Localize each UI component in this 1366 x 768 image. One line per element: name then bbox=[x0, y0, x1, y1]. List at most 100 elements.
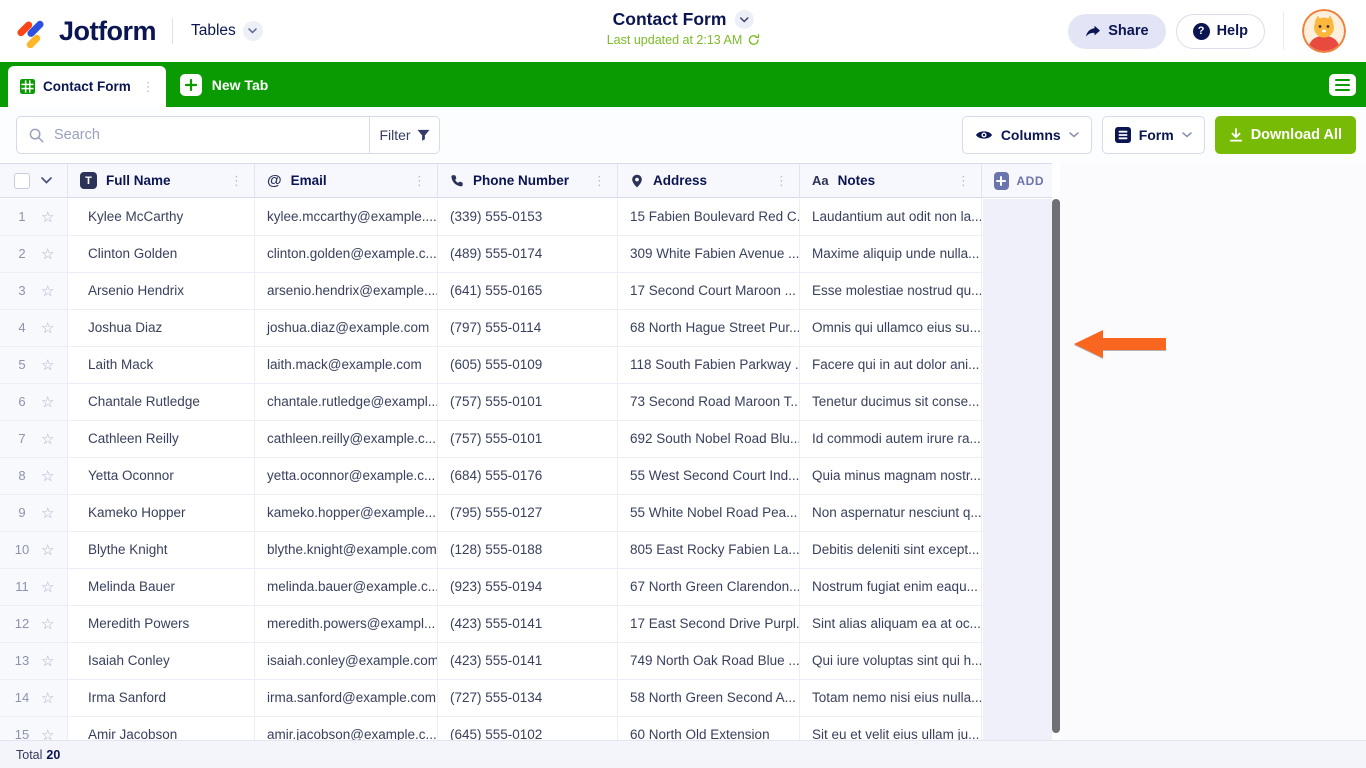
favorite-star-icon[interactable]: ☆ bbox=[41, 469, 54, 484]
cell-notes[interactable]: Non aspernatur nesciunt q... bbox=[800, 495, 982, 531]
cell-phone[interactable]: (641) 555-0165 bbox=[438, 273, 618, 309]
cell-address[interactable]: 749 North Oak Road Blue ... bbox=[618, 643, 800, 679]
cell-email[interactable]: meredith.powers@exampl... bbox=[255, 606, 438, 642]
cell-address[interactable]: 17 East Second Drive Purpl... bbox=[618, 606, 800, 642]
cell-phone[interactable]: (423) 555-0141 bbox=[438, 606, 618, 642]
cell-phone[interactable]: (128) 555-0188 bbox=[438, 532, 618, 568]
favorite-star-icon[interactable]: ☆ bbox=[41, 395, 54, 410]
favorite-star-icon[interactable]: ☆ bbox=[41, 432, 54, 447]
cell-full-name[interactable]: Arsenio Hendrix bbox=[68, 273, 255, 309]
cell-email[interactable]: isaiah.conley@example.com bbox=[255, 643, 438, 679]
cell-address[interactable]: 17 Second Court Maroon ... bbox=[618, 273, 800, 309]
share-button[interactable]: Share bbox=[1068, 14, 1165, 49]
cell-full-name[interactable]: Clinton Golden bbox=[68, 236, 255, 272]
cell-notes[interactable]: Esse molestiae nostrud qu... bbox=[800, 273, 982, 309]
cell-phone[interactable]: (489) 555-0174 bbox=[438, 236, 618, 272]
cell-address[interactable]: 68 North Hague Street Pur... bbox=[618, 310, 800, 346]
tables-dropdown[interactable]: Tables bbox=[191, 21, 263, 41]
cell-email[interactable]: arsenio.hendrix@example.... bbox=[255, 273, 438, 309]
cell-notes[interactable]: Sit eu et velit eius ullam ju... bbox=[800, 717, 982, 740]
favorite-star-icon[interactable]: ☆ bbox=[41, 654, 54, 669]
column-menu-kebab-icon[interactable]: ⋮ bbox=[954, 172, 973, 189]
cell-phone[interactable]: (757) 555-0101 bbox=[438, 384, 618, 420]
cell-address[interactable]: 692 South Nobel Road Blu... bbox=[618, 421, 800, 457]
cell-full-name[interactable]: Kylee McCarthy bbox=[68, 199, 255, 235]
cell-address[interactable]: 309 White Fabien Avenue ... bbox=[618, 236, 800, 272]
cell-address[interactable]: 805 East Rocky Fabien La... bbox=[618, 532, 800, 568]
tab-list-button[interactable] bbox=[1329, 74, 1356, 96]
cell-full-name[interactable]: Yetta Oconnor bbox=[68, 458, 255, 494]
cell-phone[interactable]: (795) 555-0127 bbox=[438, 495, 618, 531]
user-avatar[interactable] bbox=[1302, 9, 1346, 53]
cell-address[interactable]: 55 White Nobel Road Pea... bbox=[618, 495, 800, 531]
cell-notes[interactable]: Maxime aliquip unde nulla... bbox=[800, 236, 982, 272]
cell-email[interactable]: blythe.knight@example.com bbox=[255, 532, 438, 568]
cell-address[interactable]: 15 Fabien Boulevard Red C... bbox=[618, 199, 800, 235]
column-header-address[interactable]: Address ⋮ bbox=[618, 164, 800, 197]
cell-full-name[interactable]: Irma Sanford bbox=[68, 680, 255, 716]
favorite-star-icon[interactable]: ☆ bbox=[41, 728, 54, 741]
help-button[interactable]: ? Help bbox=[1176, 14, 1265, 49]
cell-notes[interactable]: Laudantium aut odit non la... bbox=[800, 199, 982, 235]
cell-notes[interactable]: Id commodi autem irure ra... bbox=[800, 421, 982, 457]
favorite-star-icon[interactable]: ☆ bbox=[41, 691, 54, 706]
cell-full-name[interactable]: Cathleen Reilly bbox=[68, 421, 255, 457]
refresh-icon[interactable] bbox=[747, 34, 759, 46]
cell-email[interactable]: chantale.rutledge@exampl... bbox=[255, 384, 438, 420]
favorite-star-icon[interactable]: ☆ bbox=[41, 210, 54, 225]
add-column-button[interactable]: ADD bbox=[982, 164, 1052, 197]
cell-phone[interactable]: (923) 555-0194 bbox=[438, 569, 618, 605]
cell-full-name[interactable]: Joshua Diaz bbox=[68, 310, 255, 346]
cell-email[interactable]: yetta.oconnor@example.c... bbox=[255, 458, 438, 494]
cell-phone[interactable]: (797) 555-0114 bbox=[438, 310, 618, 346]
cell-notes[interactable]: Quia minus magnam nostr... bbox=[800, 458, 982, 494]
cell-full-name[interactable]: Blythe Knight bbox=[68, 532, 255, 568]
favorite-star-icon[interactable]: ☆ bbox=[41, 506, 54, 521]
column-menu-kebab-icon[interactable]: ⋮ bbox=[227, 172, 246, 189]
column-header-notes[interactable]: Aa Notes ⋮ bbox=[800, 164, 982, 197]
favorite-star-icon[interactable]: ☆ bbox=[41, 543, 54, 558]
cell-full-name[interactable]: Melinda Bauer bbox=[68, 569, 255, 605]
cell-email[interactable]: kameko.hopper@example.... bbox=[255, 495, 438, 531]
favorite-star-icon[interactable]: ☆ bbox=[41, 321, 54, 336]
cell-email[interactable]: cathleen.reilly@example.c... bbox=[255, 421, 438, 457]
cell-full-name[interactable]: Meredith Powers bbox=[68, 606, 255, 642]
favorite-star-icon[interactable]: ☆ bbox=[41, 247, 54, 262]
column-header-full-name[interactable]: T Full Name ⋮ bbox=[68, 164, 255, 197]
cell-address[interactable]: 58 North Green Second A... bbox=[618, 680, 800, 716]
column-header-email[interactable]: @ Email ⋮ bbox=[255, 164, 438, 197]
column-header-phone[interactable]: Phone Number ⋮ bbox=[438, 164, 618, 197]
cell-phone[interactable]: (757) 555-0101 bbox=[438, 421, 618, 457]
cell-address[interactable]: 60 North Old Extension bbox=[618, 717, 800, 740]
form-button[interactable]: Form bbox=[1102, 116, 1205, 154]
cell-email[interactable]: irma.sanford@example.com bbox=[255, 680, 438, 716]
favorite-star-icon[interactable]: ☆ bbox=[41, 284, 54, 299]
new-tab-button[interactable]: New Tab bbox=[180, 62, 269, 107]
cell-full-name[interactable]: Isaiah Conley bbox=[68, 643, 255, 679]
cell-phone[interactable]: (727) 555-0134 bbox=[438, 680, 618, 716]
cell-address[interactable]: 73 Second Road Maroon T... bbox=[618, 384, 800, 420]
jotform-logo[interactable]: Jotform bbox=[16, 14, 156, 48]
cell-address[interactable]: 55 West Second Court Ind... bbox=[618, 458, 800, 494]
cell-email[interactable]: laith.mack@example.com bbox=[255, 347, 438, 383]
download-all-button[interactable]: Download All bbox=[1215, 116, 1356, 154]
cell-full-name[interactable]: Amir Jacobson bbox=[68, 717, 255, 740]
title-dropdown-button[interactable] bbox=[734, 10, 753, 29]
cell-email[interactable]: melinda.bauer@example.c... bbox=[255, 569, 438, 605]
vertical-scrollbar[interactable] bbox=[1052, 199, 1060, 733]
tab-contact-form[interactable]: Contact Form ⋮ bbox=[8, 66, 166, 107]
cell-phone[interactable]: (605) 555-0109 bbox=[438, 347, 618, 383]
cell-address[interactable]: 67 North Green Clarendon... bbox=[618, 569, 800, 605]
select-all-checkbox[interactable] bbox=[14, 173, 30, 189]
column-menu-kebab-icon[interactable]: ⋮ bbox=[410, 172, 429, 189]
cell-notes[interactable]: Nostrum fugiat enim eaqu... bbox=[800, 569, 982, 605]
favorite-star-icon[interactable]: ☆ bbox=[41, 580, 54, 595]
cell-notes[interactable]: Sint alias aliquam ea at oc... bbox=[800, 606, 982, 642]
cell-email[interactable]: kylee.mccarthy@example.... bbox=[255, 199, 438, 235]
cell-notes[interactable]: Tenetur ducimus sit conse... bbox=[800, 384, 982, 420]
favorite-star-icon[interactable]: ☆ bbox=[41, 617, 54, 632]
cell-phone[interactable]: (423) 555-0141 bbox=[438, 643, 618, 679]
cell-email[interactable]: joshua.diaz@example.com bbox=[255, 310, 438, 346]
filter-button[interactable]: Filter bbox=[369, 117, 439, 153]
cell-email[interactable]: clinton.golden@example.c... bbox=[255, 236, 438, 272]
